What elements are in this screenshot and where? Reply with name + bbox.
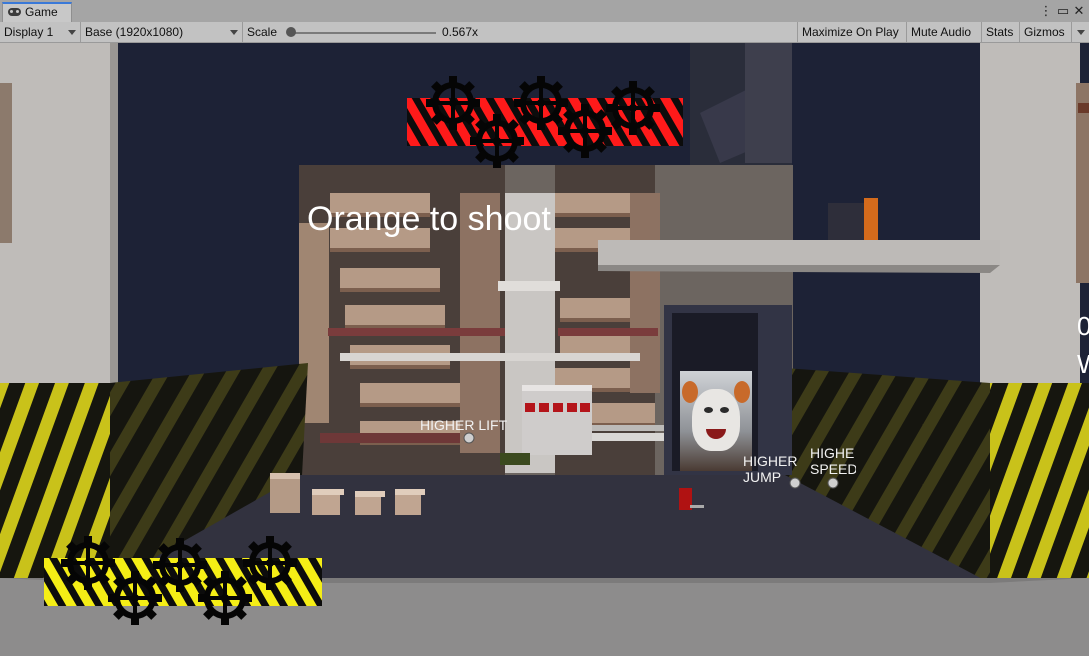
maximize-on-play-toggle[interactable]: Maximize On Play xyxy=(797,22,907,42)
kebab-menu-icon[interactable]: ⋮ xyxy=(1038,2,1054,20)
gamepad-icon xyxy=(8,8,21,16)
mute-audio-toggle[interactable]: Mute Audio xyxy=(907,22,982,42)
scale-slider-track[interactable] xyxy=(290,32,436,34)
display-dropdown[interactable]: Display 1 xyxy=(0,22,81,42)
scale-label: Scale xyxy=(247,25,278,39)
pickup-label-higher-lift: HIGHER LIFT xyxy=(420,417,508,433)
scale-value: 0.567x xyxy=(442,25,479,39)
pickup-label-higher-speed: HIGHE SPEED xyxy=(810,445,856,477)
maximize-icon[interactable]: ▭ xyxy=(1055,2,1071,20)
resolution-dropdown-label: Base (1920x1080) xyxy=(85,25,184,39)
game-scene xyxy=(0,43,1089,656)
gizmos-toggle[interactable]: Gizmos xyxy=(1020,22,1072,42)
editor-tab-bar: Game ⋮ ▭ ✕ xyxy=(0,0,1089,23)
game-viewport[interactable]: Orange to shoot HIGHER LIFT HIGHER JUMP … xyxy=(0,43,1089,656)
close-icon[interactable]: ✕ xyxy=(1071,2,1087,20)
edge-text-top: 0 xyxy=(1077,311,1089,341)
clown-poster xyxy=(680,371,752,471)
resolution-dropdown[interactable]: Base (1920x1080) xyxy=(81,22,243,42)
scale-slider-handle[interactable] xyxy=(286,27,296,37)
higher-lift-pickup xyxy=(463,432,475,444)
higher-speed-pickup xyxy=(827,477,839,489)
instruction-text: Orange to shoot xyxy=(307,200,551,238)
gizmos-dropdown[interactable] xyxy=(1072,22,1089,42)
tab-game-label: Game xyxy=(25,5,58,19)
pickup-label-higher-jump: HIGHER JUMP xyxy=(743,453,798,485)
tab-game[interactable]: Game xyxy=(2,2,72,22)
machine-red-buttons xyxy=(525,403,590,412)
chevron-down-icon xyxy=(68,30,76,35)
display-dropdown-label: Display 1 xyxy=(4,25,54,39)
edge-text-bottom: W xyxy=(1077,349,1089,380)
game-view-toolbar: Display 1 Base (1920x1080) Scale 0.567x … xyxy=(0,22,1089,43)
stats-toggle[interactable]: Stats xyxy=(982,22,1020,42)
chevron-down-icon xyxy=(230,30,238,35)
chevron-down-icon xyxy=(1077,30,1085,35)
